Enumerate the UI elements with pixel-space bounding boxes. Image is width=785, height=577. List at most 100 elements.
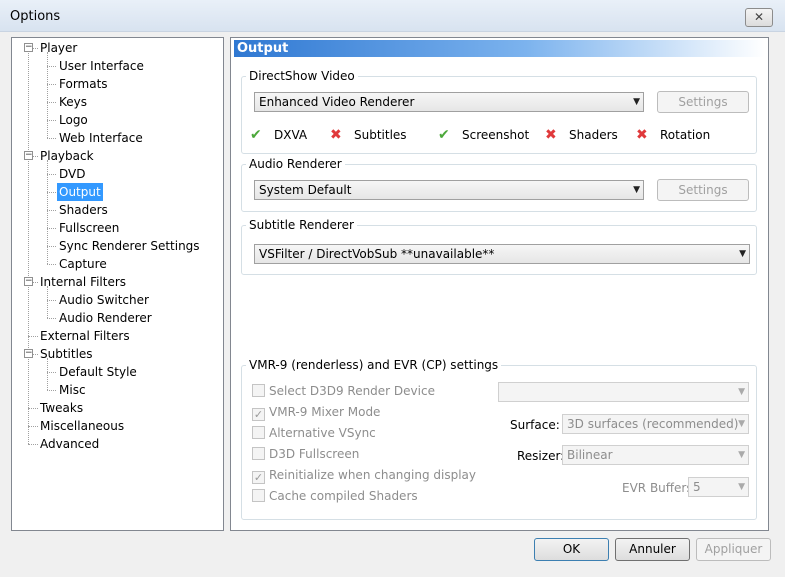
directshow-settings-button[interactable]: Settings [657,91,749,113]
surface-value: 3D surfaces (recommended) [567,417,739,431]
tree-item-capture[interactable]: Capture [57,255,109,273]
tree-item-dvd[interactable]: DVD [57,165,87,183]
directshow-video-group-title: DirectShow Video [246,69,358,83]
subtitle-renderer-select[interactable]: VSFilter / DirectVobSub **unavailable** … [254,244,750,264]
checkbox-label: D3D Fullscreen [269,447,360,461]
tree-item-fullscreen[interactable]: Fullscreen [57,219,121,237]
tree-connector [47,192,56,193]
checkbox-label: Alternative VSync [269,426,376,440]
tree-expander-icon[interactable]: − [24,151,33,160]
tree-item-external-filters[interactable]: External Filters [38,327,132,345]
capability-label: Screenshot [462,128,530,142]
tree-item-tweaks[interactable]: Tweaks [38,399,85,417]
tree-item-output[interactable]: Output [57,183,103,201]
checkbox-cache-compiled-shaders[interactable]: Cache compiled Shaders [252,489,418,505]
checkbox-alternative-vsync[interactable]: Alternative VSync [252,426,376,442]
tree-connector [47,120,56,121]
tree-expander-icon[interactable]: − [24,349,33,358]
tree-item-audio-switcher[interactable]: Audio Switcher [57,291,151,309]
tree-item-default-style[interactable]: Default Style [57,363,139,381]
cancel-button[interactable]: Annuler [615,538,690,561]
checkbox-label: Cache compiled Shaders [269,489,418,503]
vmr9-settings-group-title: VMR-9 (renderless) and EVR (CP) settings [246,358,502,372]
capability-rotation: ✖ Rotation [636,127,710,143]
ok-button[interactable]: OK [534,538,609,561]
audio-renderer-select[interactable]: System Default ▼ [254,180,644,200]
checkbox-box[interactable] [252,426,265,439]
tree-connector [47,138,56,139]
tree-item-internal-filters[interactable]: Internal Filters [38,273,128,291]
checkbox-d3d-fullscreen[interactable]: D3D Fullscreen [252,447,359,463]
capability-label: Shaders [569,128,618,142]
tree-connector [47,358,48,390]
checkbox-box[interactable] [252,447,265,460]
tree-connector [47,390,56,391]
chevron-down-icon: ▼ [738,419,745,429]
tree-item-web-interface[interactable]: Web Interface [57,129,145,147]
tree-connector [28,48,29,444]
tree-item-advanced[interactable]: Advanced [38,435,101,453]
checkbox-box[interactable] [252,489,265,502]
chevron-down-icon: ▼ [633,97,640,107]
tree-connector [28,426,38,427]
tree-expander-icon[interactable]: − [24,277,33,286]
checkbox-label: Reinitialize when changing display [269,468,476,482]
surface-select[interactable]: 3D surfaces (recommended) ▼ [562,414,749,434]
tree-item-miscellaneous[interactable]: Miscellaneous [38,417,126,435]
tree-item-shaders[interactable]: Shaders [57,201,110,219]
apply-button[interactable]: Appliquer [696,538,771,561]
checkbox-box[interactable]: ✓ [252,408,265,421]
tree-connector [47,210,56,211]
checkbox-box[interactable] [252,384,265,397]
chevron-down-icon: ▼ [738,387,745,397]
tree-connector [47,160,48,264]
audio-renderer-group-title: Audio Renderer [246,157,345,171]
audio-renderer-group: Audio Renderer System Default ▼ Settings [241,157,757,212]
evr-buffers-select[interactable]: 5 ▼ [688,477,749,497]
audio-settings-button[interactable]: Settings [657,179,749,201]
tree-item-misc[interactable]: Misc [57,381,88,399]
tree-item-audio-renderer[interactable]: Audio Renderer [57,309,154,327]
tree-connector [47,228,56,229]
resizer-value: Bilinear [567,448,613,462]
checkbox-vmr-9-mixer-mode[interactable]: ✓ VMR-9 Mixer Mode [252,405,380,421]
checkbox-select-d3d9-render-device[interactable]: Select D3D9 Render Device [252,384,435,400]
tree-connector [47,102,56,103]
options-tree: − Player User Interface Formats Keys Logo Web … [11,37,224,531]
render-device-select[interactable]: ▼ [498,382,749,402]
resizer-select[interactable]: Bilinear ▼ [562,445,749,465]
tree-item-user-interface[interactable]: User Interface [57,57,146,75]
tree-item-formats[interactable]: Formats [57,75,110,93]
cross-icon: ✖ [330,127,342,143]
window-title: Options [10,9,61,24]
output-panel: Output DirectShow Video Enhanced Video R… [230,37,769,531]
tree-connector [28,408,38,409]
checkbox-reinitialize-when-changing-display[interactable]: ✓ Reinitialize when changing display [252,468,476,484]
tree-item-logo[interactable]: Logo [57,111,90,129]
chevron-down-icon: ▼ [633,185,640,195]
directshow-renderer-select[interactable]: Enhanced Video Renderer ▼ [254,92,644,112]
checkbox-label: VMR-9 Mixer Mode [269,405,381,419]
tree-item-keys[interactable]: Keys [57,93,89,111]
tree-item-sync-renderer-settings[interactable]: Sync Renderer Settings [57,237,202,255]
capability-label: Subtitles [354,128,407,142]
capability-dxva: ✔ DXVA [250,127,307,143]
tree-expander-icon[interactable]: − [24,43,33,52]
chevron-down-icon: ▼ [738,450,745,460]
tree-connector [47,264,56,265]
close-button[interactable]: ✕ [745,8,773,27]
evr-buffers-value: 5 [693,480,701,494]
tree-item-player[interactable]: Player [38,39,79,57]
cross-icon: ✖ [636,127,648,143]
tree-connector [47,372,56,373]
resizer-label: Resizer: [517,449,565,463]
checkbox-box[interactable]: ✓ [252,471,265,484]
capability-screenshot: ✔ Screenshot [438,127,529,143]
tree-connector [28,336,38,337]
options-window: Options ✕ − Player User Interface Formats Ke… [0,0,785,577]
surface-label: Surface: [510,418,560,432]
title-bar: Options ✕ [0,0,785,32]
subtitle-renderer-value: VSFilter / DirectVobSub **unavailable** [259,247,495,261]
tree-connector [28,444,38,445]
tree-connector [47,52,48,138]
